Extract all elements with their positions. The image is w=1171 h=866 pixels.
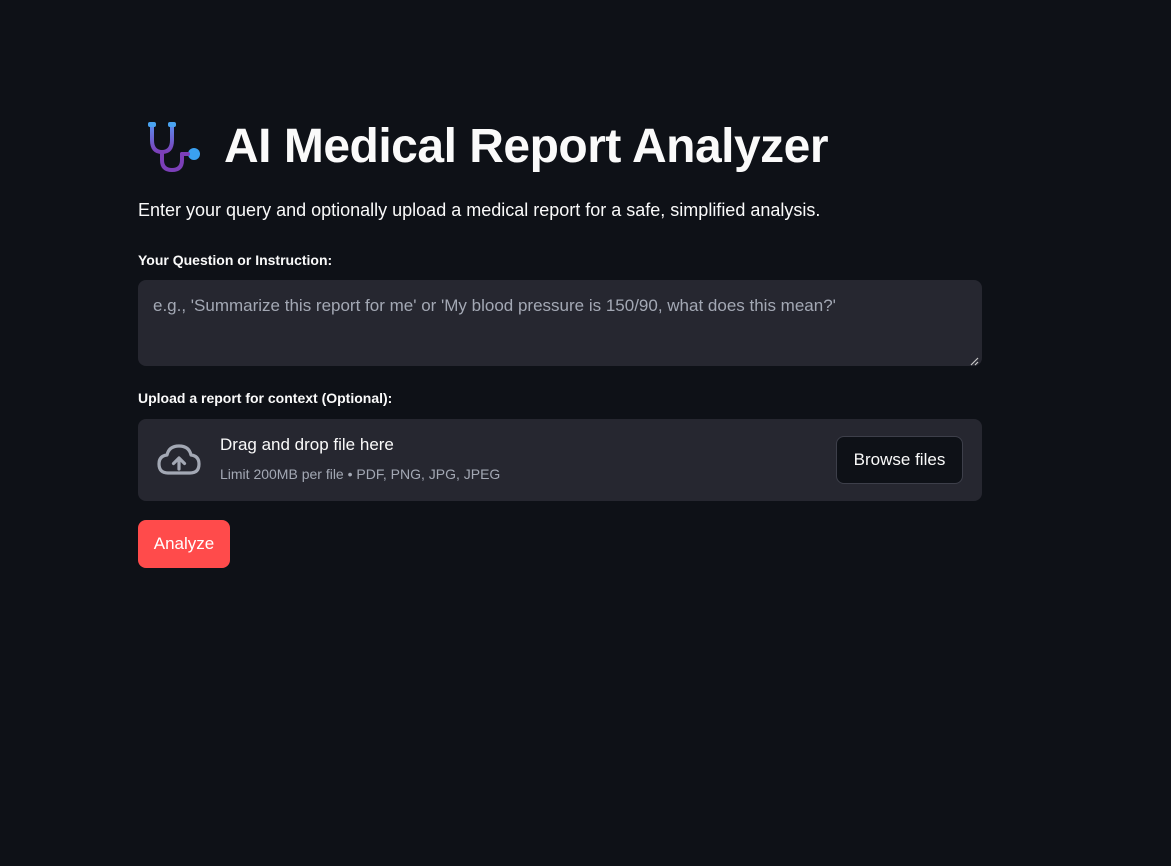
page-title: AI Medical Report Analyzer: [224, 119, 829, 173]
file-dropzone[interactable]: Drag and drop file here Limit 200MB per …: [138, 419, 982, 501]
dropzone-limit: Limit 200MB per file • PDF, PNG, JPG, JP…: [220, 466, 501, 482]
title-row: AI Medical Report Analyzer: [138, 112, 829, 180]
dropzone-title: Drag and drop file here: [220, 435, 394, 454]
cloud-upload-icon: [155, 441, 203, 479]
upload-label: Upload a report for context (Optional):: [138, 390, 393, 406]
stethoscope-icon: [144, 116, 210, 176]
page-subtitle: Enter your query and optionally upload a…: [138, 200, 821, 220]
query-textarea-container: [138, 280, 982, 366]
analyze-button[interactable]: Analyze: [138, 520, 230, 568]
query-textarea[interactable]: [138, 280, 982, 366]
browse-files-button[interactable]: Browse files: [836, 436, 963, 484]
query-label: Your Question or Instruction:: [138, 252, 333, 268]
resize-handle-icon[interactable]: [969, 353, 979, 366]
